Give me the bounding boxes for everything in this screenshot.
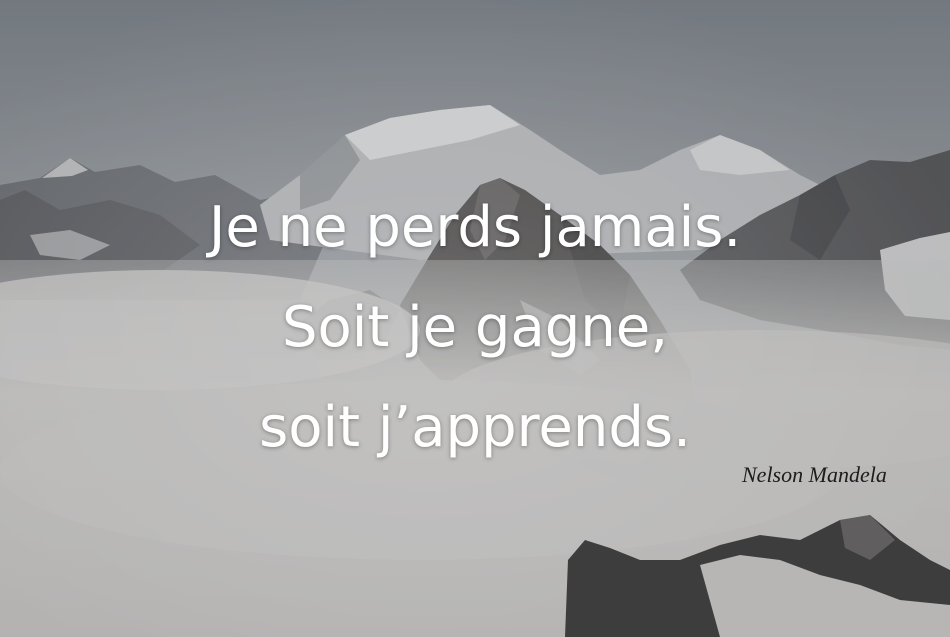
quote-line-1: Je ne perds jamais. — [208, 195, 742, 260]
quote-line-2: Soit je gagne, — [281, 295, 669, 360]
quote-author: Nelson Mandela — [742, 462, 887, 487]
quote-text: Je ne perds jamais. Soit je gagne, soit … — [0, 178, 950, 478]
quote-image: Je ne perds jamais. Soit je gagne, soit … — [0, 0, 950, 637]
